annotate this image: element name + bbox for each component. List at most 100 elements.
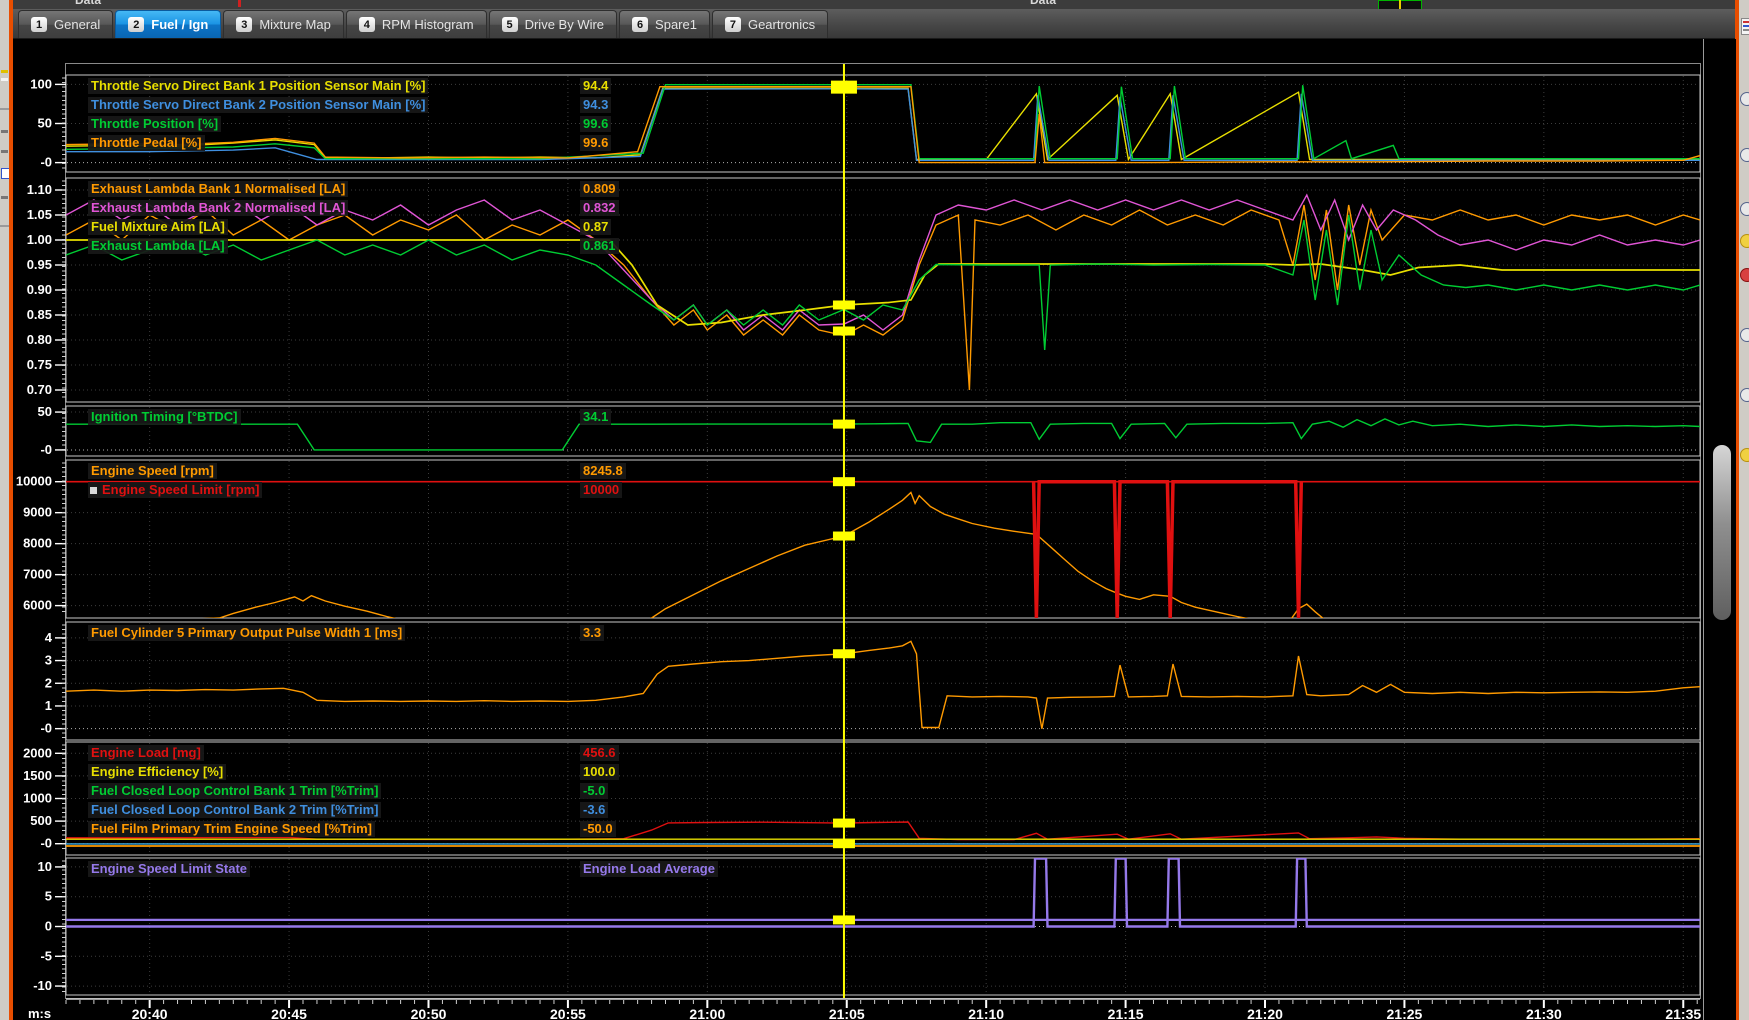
channel-label[interactable]: Engine Efficiency [%]: [88, 764, 226, 780]
toolbar-circle-icon[interactable]: [1740, 92, 1749, 106]
y-tick-label: 7000: [23, 567, 52, 582]
panel-border: [66, 406, 1700, 456]
toolbar-circle-icon-yellow[interactable]: [1740, 234, 1749, 248]
y-tick-label: -0: [40, 721, 52, 736]
y-tick-label: 1: [45, 698, 52, 713]
y-tick-label: 2: [45, 675, 52, 690]
x-tick-label: 21:25: [1387, 1006, 1423, 1020]
channel-label[interactable]: Fuel Closed Loop Control Bank 2 Trim [%T…: [88, 802, 381, 818]
channel-cursor-value: 99.6: [580, 116, 611, 132]
channel-cursor-value: 99.6: [580, 135, 611, 151]
y-tick-label: 0.75: [27, 357, 52, 372]
y-tick-label: 5: [45, 889, 52, 904]
y-tick-label: 8000: [23, 536, 52, 551]
toolbar-circle-icon[interactable]: [1740, 148, 1749, 162]
cursor-value-handle[interactable]: [833, 915, 855, 924]
channel-cursor-value: 3.3: [580, 625, 604, 641]
channel-cursor-value: 0.809: [580, 181, 619, 197]
channel-label[interactable]: Engine Speed Limit State: [88, 861, 250, 877]
y-tick-label: -0: [40, 155, 52, 170]
x-axis-unit: m:s: [28, 1006, 51, 1020]
motec-i2-data-window: { "window": { "caption_left": "Data", "c…: [0, 0, 1749, 1020]
cursor-value-handle[interactable]: [831, 81, 857, 94]
x-tick-label: 21:15: [1108, 1006, 1144, 1020]
toolbar-circle-icon-red[interactable]: [1740, 268, 1749, 282]
y-tick-label: 4: [45, 630, 53, 645]
channel-cursor-value: -50.0: [580, 821, 616, 837]
toolbar-circle-icon[interactable]: [1740, 328, 1749, 342]
chart-canvas[interactable]: 10050-01.101.051.000.950.900.850.800.750…: [0, 0, 1749, 1020]
channel-cursor-value: 0.832: [580, 200, 619, 216]
y-tick-label: 0.85: [27, 307, 52, 322]
channel-label[interactable]: Engine Speed [rpm]: [88, 463, 217, 479]
cursor-value-handle[interactable]: [833, 649, 855, 658]
channel-label[interactable]: Exhaust Lambda Bank 1 Normalised [LA]: [88, 181, 348, 197]
y-tick-label: 1.00: [27, 232, 52, 247]
channel-label[interactable]: Ignition Timing [°BTDC]: [88, 409, 241, 425]
toolbar-circle-icon[interactable]: [1740, 202, 1749, 216]
channel-label[interactable]: Throttle Servo Direct Bank 2 Position Se…: [88, 97, 428, 113]
cursor-value-handle[interactable]: [833, 477, 855, 486]
channel-cursor-value: 8245.8: [580, 463, 626, 479]
cursor-value-handle[interactable]: [833, 819, 855, 828]
channel-label[interactable]: Throttle Servo Direct Bank 1 Position Se…: [88, 78, 428, 94]
document-icon[interactable]: [1741, 18, 1749, 35]
toolbar-circle-icon-yellow[interactable]: [1740, 448, 1749, 462]
channel-cursor-value: 34.1: [580, 409, 611, 425]
y-tick-label: 10000: [16, 474, 52, 489]
y-tick-label: 1000: [23, 791, 52, 806]
channel-cursor-value: 0.861: [580, 238, 619, 254]
x-tick-label: 21:10: [968, 1006, 1004, 1020]
y-tick-label: 0.95: [27, 257, 52, 272]
chart-panel-limit-state[interactable]: 1050-5-10: [33, 858, 1700, 995]
y-tick-label: 50: [38, 116, 52, 131]
channel-marker-icon: [90, 487, 97, 494]
channel-label[interactable]: Engine Load [mg]: [88, 745, 204, 761]
y-tick-label: 1500: [23, 768, 52, 783]
y-tick-label: 3: [45, 653, 52, 668]
channel-label[interactable]: Exhaust Lambda [LA]: [88, 238, 228, 254]
y-tick-label: 1.10: [27, 182, 52, 197]
cursor-value-handle[interactable]: [833, 327, 855, 336]
channel-label[interactable]: Fuel Closed Loop Control Bank 1 Trim [%T…: [88, 783, 381, 799]
channel-label[interactable]: Fuel Cylinder 5 Primary Output Pulse Wid…: [88, 625, 405, 641]
x-tick-label: 20:40: [132, 1006, 168, 1020]
channel-label[interactable]: Engine Load Average: [580, 861, 718, 877]
channel-label[interactable]: Exhaust Lambda Bank 2 Normalised [LA]: [88, 200, 348, 216]
channel-label[interactable]: Throttle Pedal [%]: [88, 135, 205, 151]
cursor-value-handle[interactable]: [833, 532, 855, 541]
x-tick-label: 20:55: [550, 1006, 586, 1020]
y-tick-label: -0: [40, 836, 52, 851]
y-tick-label: -0: [40, 442, 52, 457]
channel-cursor-value: -5.0: [580, 783, 608, 799]
channel-label[interactable]: Fuel Mixture Aim [LA]: [88, 219, 228, 235]
channel-label[interactable]: Fuel Film Primary Trim Engine Speed [%Tr…: [88, 821, 375, 837]
y-tick-label: 10: [38, 859, 52, 874]
cursor-value-handle[interactable]: [833, 301, 855, 310]
channel-cursor-value: 0.87: [580, 219, 611, 235]
toolbar-circle-icon[interactable]: [1740, 388, 1749, 402]
y-tick-label: 100: [30, 76, 52, 91]
channel-label[interactable]: Throttle Position [%]: [88, 116, 221, 132]
chart-panel-ignition[interactable]: 50 -0: [38, 404, 1700, 457]
x-tick-label: 21:00: [689, 1006, 725, 1020]
y-tick-label: 9000: [23, 505, 52, 520]
x-tick-label: 21:35: [1665, 1006, 1701, 1020]
channel-cursor-value: 10000: [580, 482, 622, 498]
y-tick-label: 0.80: [27, 332, 52, 347]
channel-cursor-value: 456.6: [580, 745, 619, 761]
y-tick-label: 0.70: [27, 382, 52, 397]
chart-panel-engine-speed[interactable]: 10000 9000 8000 7000 6000: [16, 460, 1700, 624]
y-tick-label: 1.05: [27, 207, 52, 222]
y-tick-label: -10: [33, 978, 52, 993]
vertical-scrollbar-thumb[interactable]: [1713, 445, 1731, 620]
cursor-value-handle[interactable]: [833, 839, 855, 848]
channel-cursor-value: 100.0: [580, 764, 619, 780]
y-tick-label: 6000: [23, 598, 52, 613]
x-tick-label: 21:20: [1247, 1006, 1283, 1020]
y-tick-label: -5: [40, 948, 52, 963]
channel-cursor-value: 94.3: [580, 97, 611, 113]
cursor-value-handle[interactable]: [833, 420, 855, 429]
y-tick-label: 50: [38, 404, 52, 419]
channel-label[interactable]: Engine Speed Limit [rpm]: [88, 482, 262, 498]
